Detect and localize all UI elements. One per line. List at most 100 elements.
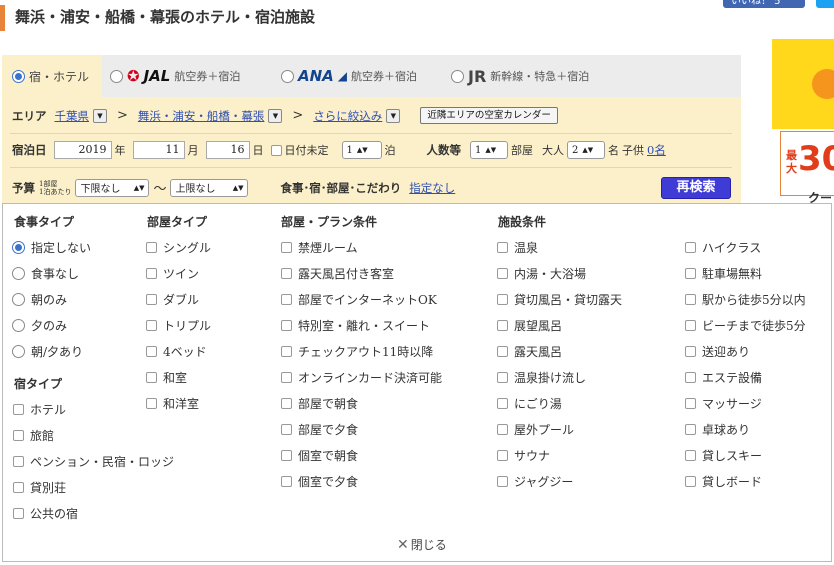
facility-option[interactable]: ジャグジー xyxy=(497,473,573,490)
facility-option[interactable]: 駐車場無料 xyxy=(685,265,762,282)
radio-icon xyxy=(12,293,25,306)
facility-option[interactable]: 送迎あり xyxy=(685,343,750,360)
room-plan-option-label: 部屋で朝食 xyxy=(298,397,359,411)
checkbox-icon xyxy=(685,424,696,435)
updown-arrow-icon: ▲▼ xyxy=(485,146,497,154)
checkbox-icon xyxy=(281,268,292,279)
lodging-option[interactable]: ペンション・民宿・ロッジ xyxy=(13,453,174,470)
facility-option-label: 露天風呂 xyxy=(514,345,563,359)
children-link[interactable]: 0名 xyxy=(647,142,666,158)
room-type-option[interactable]: トリプル xyxy=(146,317,211,334)
search-button[interactable]: 再検索 xyxy=(661,177,731,199)
tab-ana[interactable]: ANA ◢ 航空券＋宿泊 xyxy=(281,55,441,97)
meal-option[interactable]: 夕のみ xyxy=(12,317,67,334)
updown-arrow-icon: ▲▼ xyxy=(232,183,244,192)
updown-arrow-icon: ▲▼ xyxy=(133,183,145,192)
room-plan-option[interactable]: 特別室・離れ・スイート xyxy=(281,317,430,334)
lodging-option[interactable]: 公共の宿 xyxy=(13,505,78,522)
facility-option[interactable]: 温泉 xyxy=(497,239,538,256)
facility-option[interactable]: ハイクラス xyxy=(685,239,761,256)
room-type-option[interactable]: 和室 xyxy=(146,369,187,386)
prefecture-link[interactable]: 千葉県 xyxy=(55,108,90,124)
conditions-link[interactable]: 指定なし xyxy=(409,180,455,196)
adults-select[interactable]: 2 ▲▼ xyxy=(567,141,605,159)
radio-icon xyxy=(12,345,25,358)
month-input[interactable]: 11 xyxy=(132,141,185,159)
ad-banner[interactable]: 最大 30 クー xyxy=(772,39,834,565)
facility-option[interactable]: 温泉掛け流し xyxy=(497,369,586,386)
budget-min-select[interactable]: 下限なし ▲▼ xyxy=(75,178,150,197)
meal-option[interactable]: 指定しない xyxy=(12,239,91,256)
facebook-like-button[interactable]: いいね！ 5 xyxy=(723,0,805,8)
facility-option[interactable]: 卓球あり xyxy=(685,421,750,438)
tab-hotel[interactable]: 宿・ホテル xyxy=(2,55,102,97)
facility-option[interactable]: にごり湯 xyxy=(497,395,562,412)
meal-option[interactable]: 朝/夕あり xyxy=(12,343,83,360)
facility-option[interactable]: 貸切風呂・貸切露天 xyxy=(497,291,622,308)
facility-option[interactable]: マッサージ xyxy=(685,395,762,412)
room-plan-option[interactable]: 露天風呂付き客室 xyxy=(281,265,394,282)
facility-option[interactable]: 露天風呂 xyxy=(497,343,562,360)
room-plan-option[interactable]: 部屋で夕食 xyxy=(281,421,358,438)
room-plan-option-label: オンラインカード決済可能 xyxy=(298,371,443,385)
tab-jal[interactable]: ✪ JAL 航空券＋宿泊 xyxy=(110,55,270,97)
room-plan-option-label: 特別室・離れ・スイート xyxy=(298,319,431,333)
close-button[interactable]: ✕ 閉じる xyxy=(397,536,447,553)
room-type-option[interactable]: 4ベッド xyxy=(146,343,207,360)
budget-sub-label-2: 1泊あたり xyxy=(39,187,72,196)
rooms-select[interactable]: 1 ▲▼ xyxy=(470,141,508,159)
room-type-option[interactable]: ダブル xyxy=(146,291,199,308)
room-plan-option[interactable]: 禁煙ルーム xyxy=(281,239,358,256)
jr-logo: JR xyxy=(468,66,487,86)
facility-option[interactable]: エステ設備 xyxy=(685,369,762,386)
refine-link[interactable]: さらに絞込み xyxy=(313,108,382,124)
nights-select[interactable]: 1 ▲▼ xyxy=(341,141,382,159)
room-plan-option[interactable]: 個室で夕食 xyxy=(281,473,358,490)
tab-jr[interactable]: JR 新幹線・特急＋宿泊 xyxy=(451,55,631,97)
area-label: エリア xyxy=(12,108,47,123)
room-plan-option[interactable]: オンラインカード決済可能 xyxy=(281,369,442,386)
radio-icon xyxy=(281,69,294,83)
close-icon: ✕ xyxy=(397,536,409,553)
facility-option[interactable]: 屋外プール xyxy=(497,421,574,438)
checkbox-icon xyxy=(146,320,157,331)
region-dropdown[interactable]: ▼ xyxy=(268,108,283,123)
calendar-button[interactable]: 近隣エリアの空室カレンダー xyxy=(420,107,558,124)
lodging-option[interactable]: 旅館 xyxy=(13,427,54,444)
meal-option[interactable]: 朝のみ xyxy=(12,291,67,308)
twitter-share-button[interactable] xyxy=(816,0,834,8)
room-plan-option[interactable]: 部屋で朝食 xyxy=(281,395,358,412)
facility-option[interactable]: 展望風呂 xyxy=(497,317,562,334)
day-input[interactable]: 16 xyxy=(205,141,250,159)
room-type-option[interactable]: ツイン xyxy=(146,265,199,282)
lodging-option-label: ペンション・民宿・ロッジ xyxy=(30,455,175,469)
ad-header xyxy=(772,39,834,129)
facility-option[interactable]: サウナ xyxy=(497,447,550,464)
stay-label: 宿泊日 xyxy=(12,143,47,157)
lodging-option[interactable]: ホテル xyxy=(13,401,66,418)
meal-option-label: 朝/夕あり xyxy=(31,345,84,359)
room-plan-option[interactable]: チェックアウト11時以降 xyxy=(281,343,433,360)
facility-option[interactable]: 貸しボード xyxy=(685,473,762,490)
checkbox-icon xyxy=(281,424,292,435)
checkbox-icon xyxy=(685,320,696,331)
region-link[interactable]: 舞浜・浦安・船橋・幕張 xyxy=(138,108,265,124)
lodging-option[interactable]: 貸別荘 xyxy=(13,479,66,496)
checkbox-icon xyxy=(497,294,508,305)
budget-max-select[interactable]: 上限なし ▲▼ xyxy=(170,178,249,197)
year-input[interactable]: 2019 xyxy=(53,141,112,159)
facility-option-label: 駐車場無料 xyxy=(702,267,763,281)
facility-option[interactable]: 内湯・大浴場 xyxy=(497,265,586,282)
budget-max-value: 上限なし xyxy=(175,184,216,195)
tab-ana-label: 航空券＋宿泊 xyxy=(351,70,418,83)
room-plan-option[interactable]: 部屋でインターネットOK xyxy=(281,291,437,308)
facility-option[interactable]: 貸しスキー xyxy=(685,447,762,464)
room-type-option[interactable]: シングル xyxy=(146,239,211,256)
prefecture-dropdown[interactable]: ▼ xyxy=(93,108,107,123)
meal-option[interactable]: 食事なし xyxy=(12,265,79,282)
room-plan-option[interactable]: 個室で朝食 xyxy=(281,447,358,464)
refine-dropdown[interactable]: ▼ xyxy=(386,108,401,123)
checkbox-icon xyxy=(146,372,157,383)
room-type-option[interactable]: 和洋室 xyxy=(146,395,199,412)
date-undecided-checkbox[interactable] xyxy=(270,144,282,156)
